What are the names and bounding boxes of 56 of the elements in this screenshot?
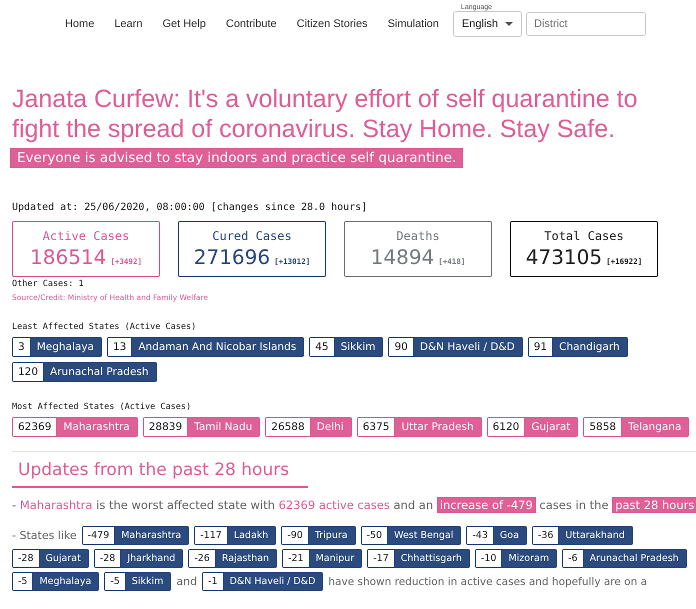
nav-link[interactable]: Home — [54, 18, 104, 30]
section-title: Least Affected States (Active Cases) — [12, 322, 198, 332]
stat-title: Active Cases — [42, 229, 130, 243]
state-chip: 5858 Telangana — [583, 417, 690, 437]
reduction-text: have shown reduction in active cases and hopefully are on a — [328, 576, 648, 588]
state-chip: 6375 Uttar Pradesh — [356, 417, 482, 437]
state-chip: 26588 Delhi — [265, 417, 352, 437]
state-chip: -479 Maharashtra — [82, 526, 190, 545]
state-chip: -50 West Bengal — [360, 526, 462, 545]
state-chip: -43 Goa — [466, 526, 527, 545]
updates-heading: Updates from the past 28 hours — [12, 452, 308, 488]
state-chip: 13 Andaman And Nicobar Islands — [106, 337, 304, 357]
state-chip: -36 Uttarakhand — [532, 526, 633, 545]
advisory-banner: Everyone is advised to stay indoors and practice self quarantine. — [10, 148, 464, 168]
state-chip: 6120 Gujarat — [486, 417, 578, 437]
state-chip: -17 Chhattisgarh — [367, 549, 470, 568]
state-chip: -6 Arunachal Pradesh — [562, 549, 687, 568]
state-chip: -21 Manipur — [282, 549, 362, 568]
nav-link[interactable]: Simulation — [378, 18, 449, 30]
stat-value: 14894 — [370, 245, 434, 269]
state-chip: 91 Chandigarh — [528, 337, 628, 357]
stat-value: 271696 — [194, 245, 270, 269]
state-chip: 120 Arunachal Pradesh — [12, 362, 157, 382]
stat-value: 473105 — [526, 245, 602, 269]
section-title: Most Affected States (Active Cases) — [12, 402, 192, 412]
state-chip: -5 Sikkim — [104, 572, 172, 591]
nav-link[interactable]: Citizen Stories — [286, 18, 378, 30]
state-chip: -28 Gujarat — [12, 549, 89, 568]
stat-title: Total Cases — [544, 229, 624, 243]
nav-link[interactable]: Contribute — [216, 18, 287, 30]
state-chip: -117 Ladakh — [194, 526, 276, 545]
state-chip: -26 Rajasthan — [188, 549, 278, 568]
state-chip: -10 Mizoram — [474, 549, 558, 568]
other-cases-text: Other Cases: 1 — [12, 279, 85, 289]
stat-title: Cured Cases — [212, 229, 292, 243]
nav-link[interactable]: Get Help — [152, 18, 216, 30]
connector-text: and — [176, 575, 198, 588]
state-chip: 28839 Tamil Nadu — [142, 417, 260, 437]
headline: Janata Curfew: It's a voluntary effort of self quarantine to fight the spread of coronavirus. Stay Home. Stay Safe. — [12, 84, 638, 144]
states-intro-text: - States like — [12, 529, 77, 542]
state-chip: -28 Jharkhand — [94, 549, 184, 568]
state-chip: -1 D&N Haveli / D&D — [202, 572, 324, 591]
nav-link[interactable]: Learn — [104, 18, 152, 30]
caret-icon — [505, 22, 513, 26]
state-chip: 90 D&N Haveli / D&D — [388, 337, 523, 357]
updated-text: Updated at: 25/06/2020, 08:00:00 [changes since 28.0 hours] — [12, 202, 368, 213]
state-chip: -5 Meghalaya — [12, 572, 100, 591]
state-chip: 3 Meghalaya — [12, 337, 102, 357]
state-chip: 45 Sikkim — [309, 337, 384, 357]
state-chip: 62369 Maharashtra — [12, 417, 138, 437]
summary-text: - Maharashtra is the worst affected state with 62369 active cases and an increase of -479 cases in the past 28 hours — [12, 498, 696, 512]
stat-title: Deaths — [396, 229, 440, 243]
stat-value: 186514 — [30, 245, 106, 269]
district-field[interactable]: District — [526, 12, 646, 36]
language-select[interactable]: English — [452, 11, 522, 37]
state-chip: -90 Tripura — [281, 526, 356, 545]
